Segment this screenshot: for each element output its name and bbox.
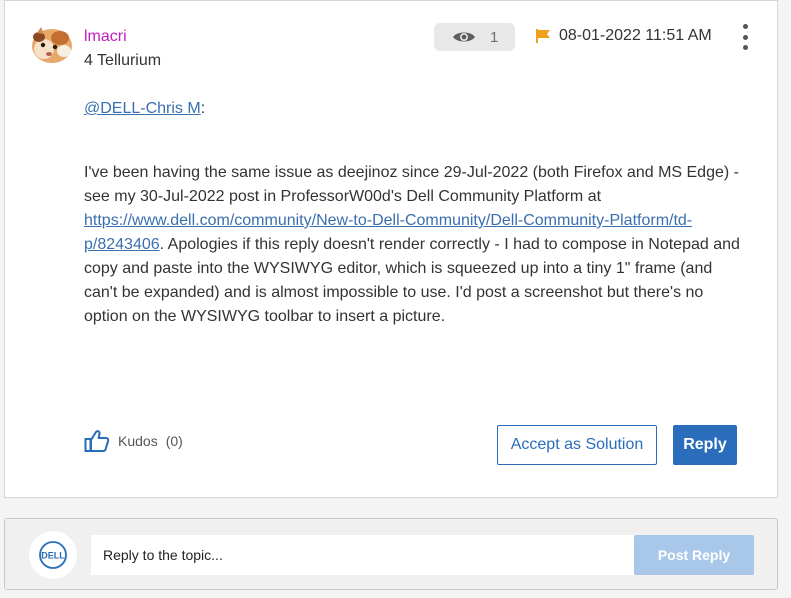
post-reply-button[interactable]: Post Reply	[634, 535, 754, 575]
kudos-button[interactable]: Kudos (0)	[84, 429, 183, 453]
dot-icon	[742, 24, 748, 29]
thumbs-up-icon	[84, 430, 110, 452]
dell-logo-icon: DELL	[39, 541, 67, 569]
guinea-pig-avatar-icon	[32, 27, 72, 63]
mention-line: @DELL-Chris M:	[84, 97, 744, 121]
reply-bar: DELL Reply to the topic... Post Reply	[4, 518, 778, 590]
dot-icon	[742, 45, 748, 50]
author-username[interactable]: lmacri	[84, 28, 127, 46]
kudos-count: (0)	[165, 433, 183, 449]
eye-icon	[453, 32, 475, 42]
mention-suffix: :	[200, 100, 206, 117]
dell-logo: DELL	[29, 531, 77, 579]
author-rank: 4 Tellurium	[84, 52, 162, 69]
flag-icon[interactable]	[535, 28, 551, 44]
accept-solution-button[interactable]: Accept as Solution	[497, 425, 657, 465]
views-badge: 1	[434, 23, 515, 51]
post-card: lmacri 4 Tellurium 1 08-01-2022 11:51 AM…	[4, 0, 778, 498]
mention-link[interactable]: @DELL-Chris M	[84, 100, 201, 117]
post-body: @DELL-Chris M: I've been having the same…	[84, 97, 744, 329]
views-count: 1	[490, 28, 499, 46]
reply-input[interactable]: Reply to the topic...	[91, 535, 636, 575]
kudos-label: Kudos	[118, 433, 158, 449]
post-paragraph: I've been having the same issue as deeji…	[84, 161, 744, 329]
dot-icon	[742, 34, 748, 40]
reply-button[interactable]: Reply	[673, 425, 737, 465]
body-text-after-link: . Apologies if this reply doesn't render…	[84, 236, 740, 325]
avatar[interactable]	[29, 23, 75, 65]
body-text-before-link: I've been having the same issue as deeji…	[84, 164, 739, 205]
dell-logo-text: DELL	[41, 551, 65, 561]
post-date: 08-01-2022 11:51 AM	[559, 27, 712, 44]
kebab-menu-icon[interactable]	[737, 22, 753, 52]
